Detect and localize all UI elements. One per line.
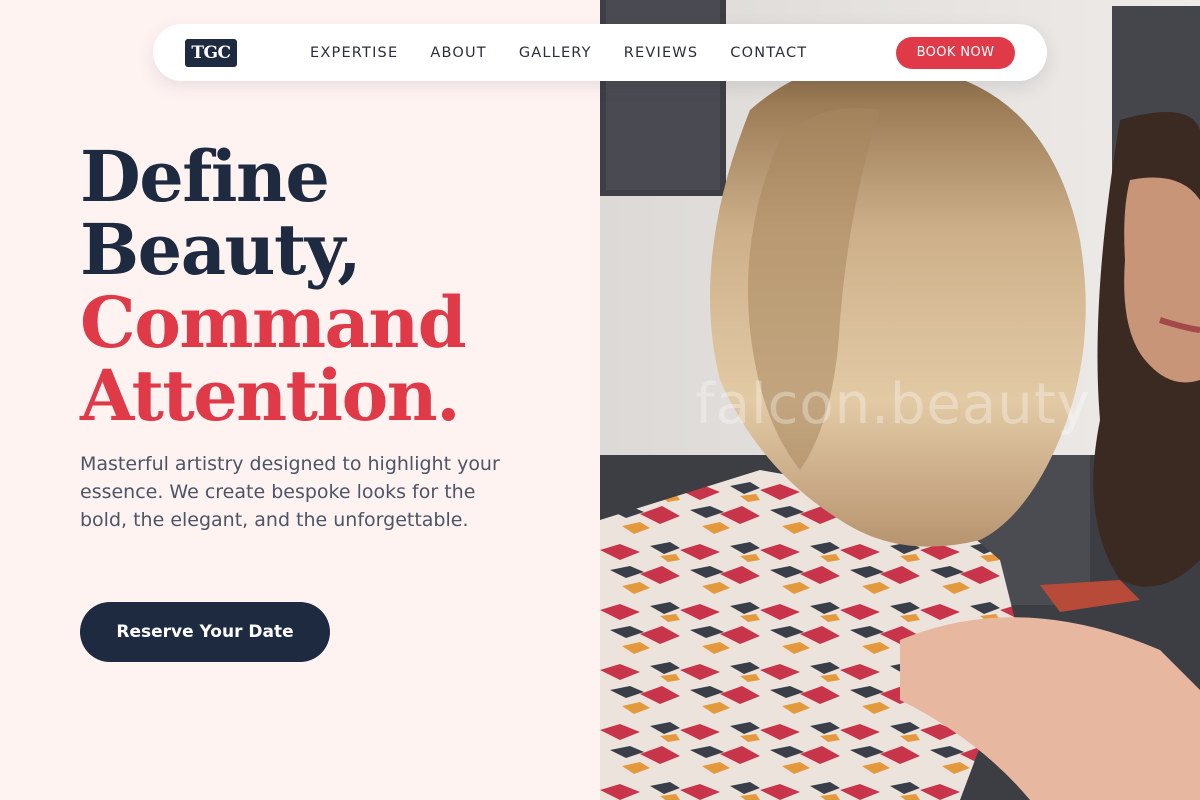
headline-line-3: Command xyxy=(80,281,467,364)
headline-line-1: Define xyxy=(80,135,330,218)
headline-line-2: Beauty, xyxy=(80,208,362,291)
book-now-button[interactable]: BOOK NOW xyxy=(896,37,1015,69)
nav-link-about[interactable]: ABOUT xyxy=(430,45,487,61)
nav-link-contact[interactable]: CONTACT xyxy=(730,45,807,61)
brand-logo[interactable]: TGC xyxy=(185,39,237,67)
hero-headline: Define Beauty, Command Attention. xyxy=(80,135,467,437)
nav-link-expertise[interactable]: EXPERTISE xyxy=(310,45,398,61)
hero-photo: falcon.beauty xyxy=(600,0,1200,800)
headline-line-4: Attention. xyxy=(80,354,461,437)
hero-subtext: Masterful artistry designed to highlight… xyxy=(80,453,500,531)
nav-link-reviews[interactable]: REVIEWS xyxy=(624,45,699,61)
nav-links: EXPERTISE ABOUT GALLERY REVIEWS CONTACT xyxy=(310,24,839,81)
nav-link-gallery[interactable]: GALLERY xyxy=(519,45,592,61)
top-navbar: TGC EXPERTISE ABOUT GALLERY REVIEWS CONT… xyxy=(153,24,1047,81)
reserve-date-button[interactable]: Reserve Your Date xyxy=(80,602,330,662)
photo-watermark: falcon.beauty xyxy=(695,372,1091,437)
